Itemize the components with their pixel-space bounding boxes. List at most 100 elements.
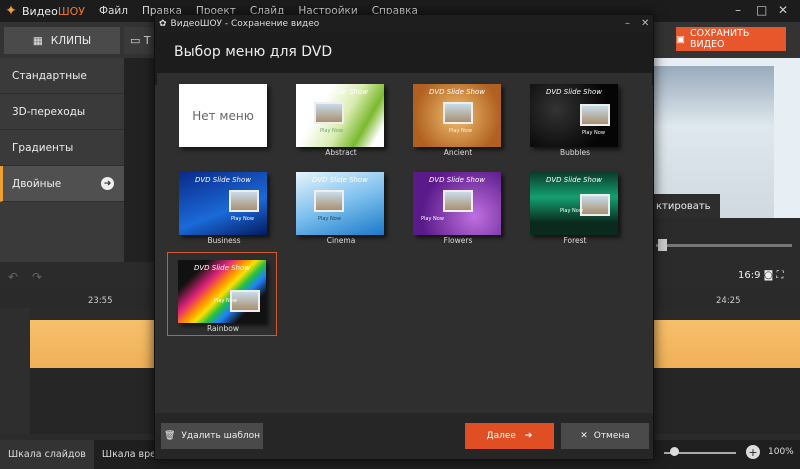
menu-template-none[interactable]: Нет меню: [169, 77, 279, 161]
playback-slider-handle[interactable]: [658, 239, 667, 251]
menu-file[interactable]: Файл: [99, 5, 128, 17]
thumb-photo: [443, 102, 473, 124]
dialog-title: ВидеоШОУ - Сохранение видео: [170, 19, 320, 29]
zoom-slider-handle[interactable]: [670, 447, 679, 456]
menu-template-ancient[interactable]: DVD Slide Show Play Now Ancient: [403, 77, 513, 161]
template-label: Ancient: [443, 148, 473, 157]
zoom-value: 100%: [768, 447, 794, 457]
thumb-play: Play Now: [449, 128, 472, 134]
tab-slide-timeline[interactable]: Шкала слайдов: [0, 440, 94, 469]
template-label: Cinema: [326, 236, 356, 245]
transitions-category-list: Стандартные 3D-переходы Градиенты Двойны…: [0, 58, 124, 262]
thumb-play: Play Now: [320, 128, 343, 134]
thumb-photo: [314, 102, 344, 124]
zoom-in-icon[interactable]: +: [746, 445, 760, 459]
app-icon: ✿: [159, 19, 167, 29]
save-video-dialog: ✿ ВидеоШОУ - Сохранение видео – ✕ Выбор …: [154, 14, 654, 460]
arrow-right-icon: ➜: [101, 177, 114, 190]
edit-button[interactable]: ктировать: [654, 194, 720, 218]
close-icon[interactable]: ✕: [778, 3, 788, 17]
thumb-photo: [314, 190, 344, 212]
template-thumbnail: DVD Slide Show Play Now: [179, 172, 267, 235]
menu-template-flowers[interactable]: DVD Slide Show Play Now Flowers: [403, 165, 513, 249]
arrow-right-icon: ➔: [524, 431, 533, 441]
category-label: 3D-переходы: [12, 105, 86, 118]
menu-template-business[interactable]: DVD Slide Show Play Now Business: [169, 165, 279, 249]
transitions-thumbnails: [124, 58, 156, 262]
menu-template-forest[interactable]: DVD Slide Show Play Now Forest: [520, 165, 630, 249]
thumb-photo: [580, 104, 610, 126]
thumb-photo: [443, 190, 473, 212]
template-thumbnail: DVD Slide Show Play Now: [296, 172, 384, 235]
delete-template-button[interactable]: 🗑 Удалить шаблон: [161, 423, 263, 449]
camera-icon[interactable]: ◙: [764, 270, 774, 281]
save-icon: ▣: [676, 33, 685, 45]
category-label: Двойные: [12, 177, 62, 190]
app-title: ВидеоШОУ: [22, 4, 85, 18]
template-thumbnail: DVD Slide Show Play Now: [413, 172, 501, 235]
thumb-play: Play Now: [214, 298, 237, 304]
thumb-play: Play Now: [560, 208, 583, 214]
thumb-title: DVD Slide Show: [429, 88, 485, 96]
menu-template-abstract[interactable]: DVD Slide Show Play Now Abstract: [286, 77, 396, 161]
category-label: Стандартные: [12, 69, 87, 82]
template-label: Rainbow: [207, 324, 239, 333]
thumb-title: DVD Slide Show: [546, 176, 602, 184]
category-label: Градиенты: [12, 141, 74, 154]
template-label: Forest: [563, 236, 587, 245]
template-thumbnail: DVD Slide Show Play Now: [296, 84, 384, 147]
dvd-menu-gallery: Нет меню DVD Slide Show Play Now Abstrac…: [157, 73, 652, 413]
redo-icon[interactable]: ↷: [32, 270, 42, 284]
aspect-ratio[interactable]: 16:9 ◙ ⛶: [738, 270, 784, 281]
dialog-minimize-icon[interactable]: –: [625, 18, 630, 29]
maximize-icon[interactable]: □: [756, 3, 767, 17]
text-icon: ▭: [130, 34, 141, 47]
playback-slider[interactable]: [656, 244, 792, 247]
save-video-label: СОХРАНИТЬ ВИДЕО: [689, 28, 750, 50]
template-label: Flowers: [443, 236, 473, 245]
template-thumbnail: DVD Slide Show Play Now: [530, 84, 618, 147]
menu-template-bubbles[interactable]: DVD Slide Show Play Now Bubbles: [520, 77, 630, 161]
template-thumbnail: DVD Slide Show Play Now: [178, 260, 266, 323]
thumb-photo: [580, 194, 610, 216]
next-label: Далее: [486, 431, 516, 441]
template-thumbnail: DVD Slide Show Play Now: [413, 84, 501, 147]
template-thumbnail: Нет меню: [179, 84, 267, 147]
tab-clips[interactable]: ▦ КЛИПЫ: [4, 27, 120, 54]
app-logo-icon: ✦: [5, 3, 17, 19]
undo-icon[interactable]: ↶: [8, 270, 18, 284]
thumb-play: Play Now: [231, 216, 254, 222]
minimize-icon[interactable]: –: [735, 3, 741, 17]
delete-template-label: Удалить шаблон: [181, 431, 261, 441]
category-3d[interactable]: 3D-переходы: [0, 94, 124, 130]
save-video-button[interactable]: ▣ СОХРАНИТЬ ВИДЕО: [676, 27, 786, 51]
thumb-photo: [229, 190, 259, 212]
menu-template-cinema[interactable]: DVD Slide Show Play Now Cinema: [286, 165, 396, 249]
trash-icon: 🗑: [163, 431, 176, 441]
template-label: Business: [207, 236, 241, 245]
thumb-title: DVD Slide Show: [546, 88, 602, 96]
category-double[interactable]: Двойные ➜: [0, 166, 124, 202]
thumb-play: Play Now: [318, 216, 341, 222]
tab-text-label: Т: [143, 34, 151, 47]
next-button[interactable]: Далее ➔: [465, 423, 554, 449]
thumb-play: Play Now: [582, 130, 605, 136]
fullscreen-icon[interactable]: ⛶: [777, 270, 784, 281]
thumb-title: DVD Slide Show: [429, 176, 485, 184]
template-label: Bubbles: [559, 148, 591, 157]
template-label: Abstract: [325, 148, 357, 157]
thumb-title: DVD Slide Show: [312, 88, 368, 96]
film-icon: ▦: [32, 34, 43, 47]
thumb-title: DVD Slide Show: [195, 176, 251, 184]
category-gradients[interactable]: Градиенты: [0, 130, 124, 166]
time-mark: 23:55: [88, 296, 113, 306]
dialog-footer: 🗑 Удалить шаблон Далее ➔ ✕ Отмена: [155, 413, 653, 459]
cancel-button[interactable]: ✕ Отмена: [561, 423, 649, 449]
menu-template-rainbow[interactable]: DVD Slide Show Play Now Rainbow: [167, 252, 277, 336]
close-icon: ✕: [580, 431, 588, 441]
thumb-play: Play Now: [421, 216, 444, 222]
dialog-close-icon[interactable]: ✕: [641, 18, 649, 29]
template-thumbnail: DVD Slide Show Play Now: [530, 172, 618, 235]
category-standard[interactable]: Стандартные: [0, 58, 124, 94]
thumb-title: DVD Slide Show: [312, 176, 368, 184]
